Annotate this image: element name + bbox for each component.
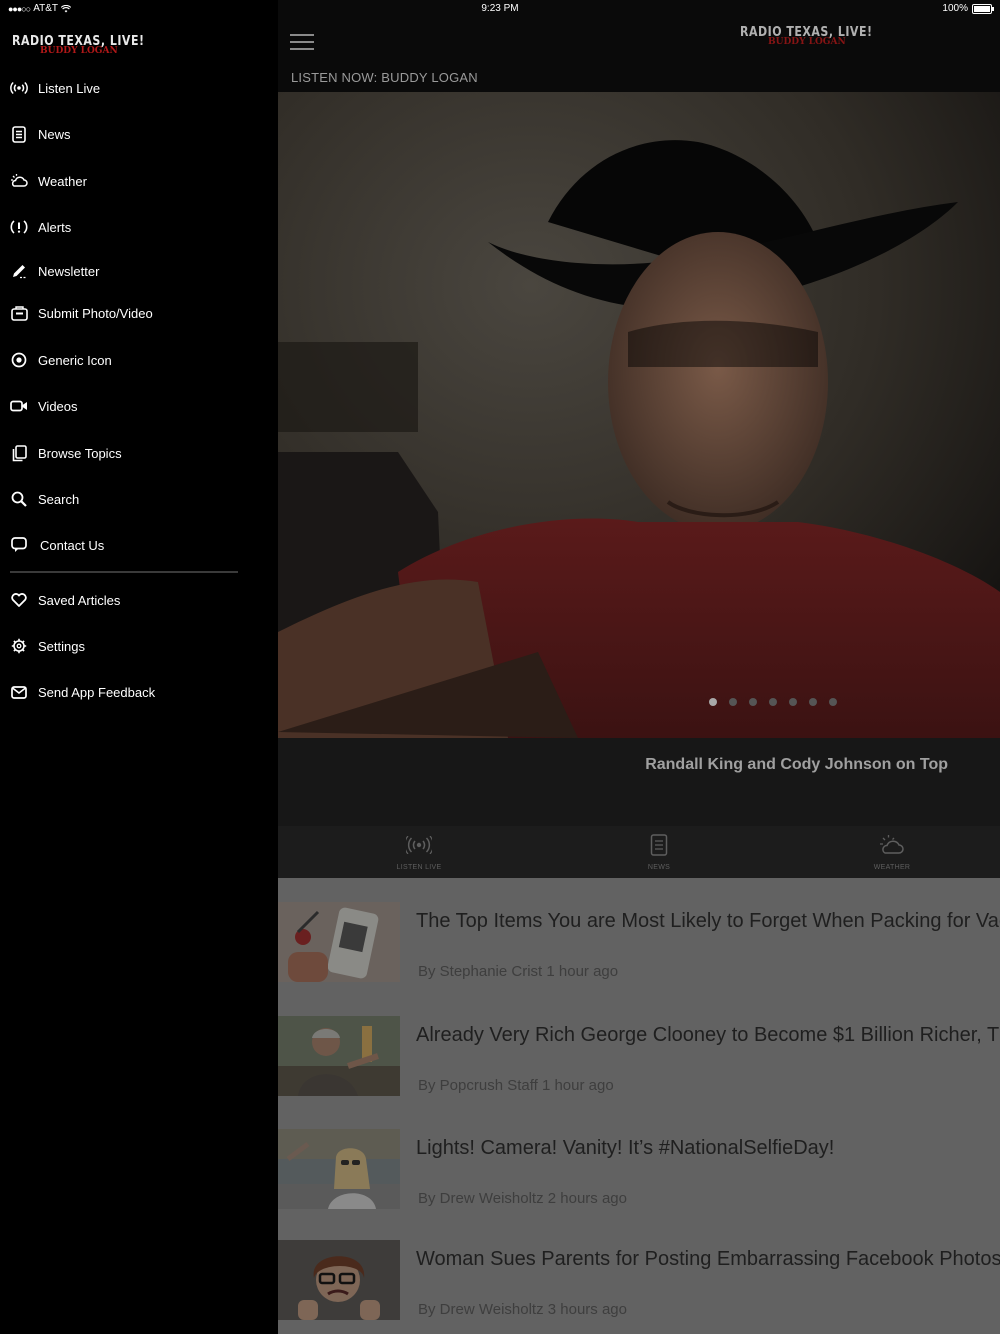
carousel-page-dot[interactable]: [809, 698, 817, 706]
gear-icon: [10, 637, 28, 655]
article-list: The Top Items You are Most Likely to For…: [278, 878, 1000, 1334]
weather-cloud-icon: [832, 832, 952, 858]
tab-label: LISTEN LIVE: [396, 864, 442, 871]
article-title: Lights! Camera! Vanity! It’s #NationalSe…: [416, 1137, 835, 1159]
sidebar-item-submit-photo-video[interactable]: Submit Photo/Video: [10, 301, 153, 325]
carousel-page-dot[interactable]: [729, 698, 737, 706]
status-bar: ●●●○○ AT&T 9:23 PM 100%: [0, 0, 1000, 18]
radio-broadcast-icon: [10, 79, 28, 97]
sidebar-item-alerts[interactable]: Alerts: [10, 215, 71, 239]
status-time: 9:23 PM: [481, 3, 519, 14]
tab-label: WEATHER: [873, 864, 911, 871]
list-item[interactable]: Lights! Camera! Vanity! It’s #NationalSe…: [278, 1129, 1000, 1239]
list-item[interactable]: Already Very Rich George Clooney to Beco…: [278, 1016, 1000, 1126]
sidebar-item-label: Saved Articles: [38, 592, 121, 608]
sidebar-item-weather[interactable]: Weather: [10, 169, 87, 193]
main-content: RADIO TEXAS, LIVE! BUDDY LOGAN LISTEN NO…: [278, 0, 1000, 1334]
sidebar-item-label: Settings: [38, 638, 85, 654]
carousel-page-dot[interactable]: [829, 698, 837, 706]
sidebar-item-label: Contact Us: [40, 537, 105, 553]
mail-icon: [10, 683, 28, 701]
camera-icon: [10, 304, 28, 322]
sidebar-item-label: Submit Photo/Video: [38, 305, 153, 321]
station-logo: RADIO TEXAS, LIVE! BUDDY LOGAN: [12, 33, 145, 59]
carousel-page-dot[interactable]: [789, 698, 797, 706]
list-item[interactable]: The Top Items You are Most Likely to For…: [278, 902, 1000, 1012]
logo-line-1: RADIO TEXAS, LIVE!: [740, 24, 873, 40]
sidebar-item-label: News: [38, 126, 71, 142]
article-thumbnail: [278, 1129, 400, 1209]
article-meta: By Drew Weisholtz 2 hours ago: [418, 1190, 627, 1207]
article-meta: By Drew Weisholtz 3 hours ago: [418, 1301, 627, 1318]
sidebar-item-search[interactable]: Search: [10, 487, 79, 511]
alert-icon: [10, 218, 28, 236]
search-icon: [10, 490, 28, 508]
article-meta: By Stephanie Crist 1 hour ago: [418, 963, 619, 980]
heart-icon: [10, 591, 28, 609]
sidebar-item-send-app-feedback[interactable]: Send App Feedback: [10, 680, 155, 704]
hero-photo: [278, 92, 1000, 738]
sidebar-item-label: Search: [38, 491, 80, 507]
weather-cloud-icon: [10, 172, 28, 190]
article-title: The Top Items You are Most Likely to For…: [416, 910, 1000, 932]
sidebar-item-contact-us[interactable]: Contact Us: [10, 533, 104, 557]
sidebar-item-label: Alerts: [38, 219, 72, 235]
article-thumbnail: [278, 1240, 400, 1320]
document-icon: [599, 832, 719, 858]
bottom-tab-bar: LISTEN LIVE NEWS WEATHER: [278, 826, 1000, 878]
hamburger-menu-icon[interactable]: [290, 34, 314, 52]
carousel-caption[interactable]: Randall King and Cody Johnson on Top: [278, 756, 1000, 774]
tab-label: NEWS: [647, 864, 671, 871]
sidebar-item-label: Send App Feedback: [38, 684, 156, 700]
battery-percent: 100%: [942, 3, 968, 14]
sidebar-item-generic-icon[interactable]: Generic Icon: [10, 348, 112, 372]
sidebar-item-label: Newsletter: [38, 263, 100, 279]
sidebar-item-listen-live[interactable]: Listen Live: [10, 76, 100, 100]
tab-listen-live[interactable]: LISTEN LIVE: [359, 832, 479, 871]
pencil-icon: [10, 262, 28, 280]
listen-now-banner[interactable]: LISTEN NOW: BUDDY LOGAN: [291, 70, 478, 85]
carousel-page-dot[interactable]: [769, 698, 777, 706]
article-title: Woman Sues Parents for Posting Embarrass…: [416, 1248, 1000, 1270]
battery-icon: [972, 3, 994, 14]
carousel-page-dot[interactable]: [709, 698, 717, 706]
sidebar-item-label: Videos: [38, 398, 78, 414]
sidebar-item-news[interactable]: News: [10, 122, 71, 146]
article-thumbnail: [278, 902, 400, 982]
sidebar-menu: RADIO TEXAS, LIVE! BUDDY LOGAN Listen Li…: [0, 0, 278, 1334]
copy-pages-icon: [10, 444, 28, 462]
carousel-page-dot[interactable]: [749, 698, 757, 706]
sidebar-item-label: Listen Live: [38, 80, 101, 96]
sidebar-item-label: Browse Topics: [38, 445, 122, 461]
video-camera-icon: [10, 397, 28, 415]
chat-bubble-icon: [10, 536, 28, 554]
document-icon: [10, 125, 28, 143]
circle-dot-icon: [10, 351, 28, 369]
tab-news[interactable]: NEWS: [599, 832, 719, 871]
header-logo: RADIO TEXAS, LIVE! BUDDY LOGAN: [740, 24, 873, 52]
article-thumbnail: [278, 1016, 400, 1096]
sidebar-item-settings[interactable]: Settings: [10, 634, 85, 658]
sidebar-item-videos[interactable]: Videos: [10, 394, 78, 418]
carousel-page-indicator[interactable]: [709, 698, 837, 706]
battery-status: 100%: [942, 3, 994, 14]
hero-carousel-image[interactable]: [278, 92, 1000, 738]
tab-weather[interactable]: WEATHER: [832, 832, 952, 871]
sidebar-divider: [10, 571, 238, 573]
carousel-caption-area: Randall King and Cody Johnson on Top: [278, 738, 1000, 826]
sidebar-item-browse-topics[interactable]: Browse Topics: [10, 441, 122, 465]
sidebar-item-label: Generic Icon: [38, 352, 112, 368]
sidebar-item-label: Weather: [38, 173, 87, 189]
sidebar-item-newsletter[interactable]: Newsletter: [10, 259, 99, 283]
sidebar-item-saved-articles[interactable]: Saved Articles: [10, 588, 120, 612]
radio-broadcast-icon: [359, 832, 479, 858]
logo-line-1: RADIO TEXAS, LIVE!: [12, 33, 145, 49]
article-title: Already Very Rich George Clooney to Beco…: [416, 1024, 1000, 1046]
article-meta: By Popcrush Staff 1 hour ago: [418, 1077, 614, 1094]
list-item[interactable]: Woman Sues Parents for Posting Embarrass…: [278, 1240, 1000, 1334]
